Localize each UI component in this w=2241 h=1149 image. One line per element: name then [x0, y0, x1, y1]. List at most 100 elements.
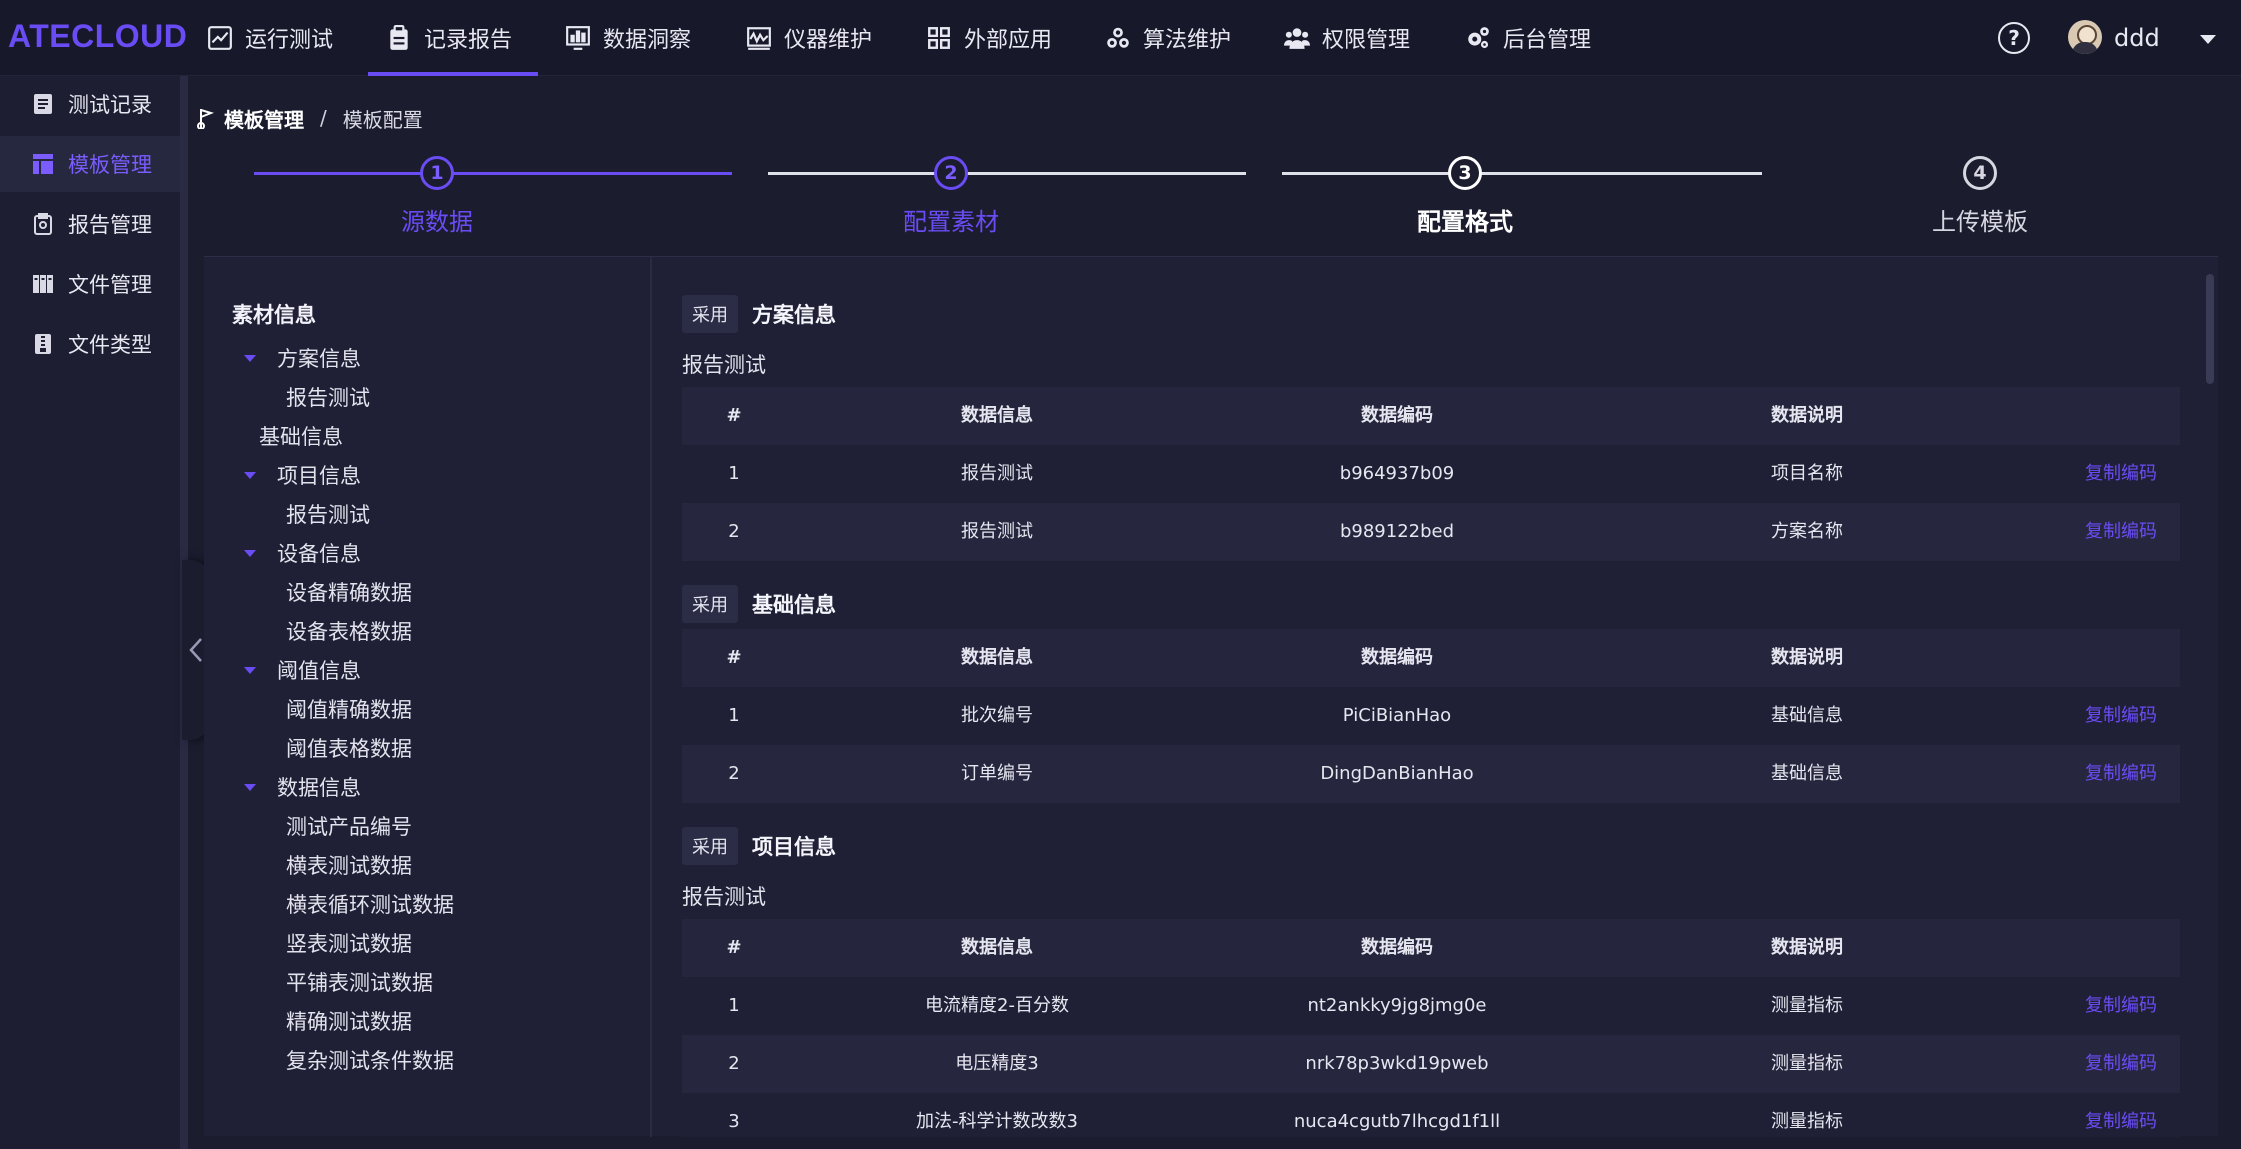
- tree-node[interactable]: 横表测试数据: [286, 850, 412, 880]
- copy-code-link[interactable]: 复制编码: [2062, 445, 2180, 503]
- help-icon[interactable]: ?: [1998, 22, 2030, 54]
- sidebar-item-file-mgmt[interactable]: 文件管理: [0, 256, 180, 312]
- cell-desc: 测量指标: [1771, 995, 1843, 1016]
- copy-code-link[interactable]: 复制编码: [2062, 1093, 2180, 1137]
- column-header: 数据信息: [961, 405, 1033, 426]
- step-3-circle[interactable]: 3: [1448, 156, 1482, 190]
- caret-down-icon[interactable]: [2200, 35, 2216, 44]
- template-icon: [33, 154, 53, 174]
- nav-label: 记录报告: [424, 28, 513, 53]
- cell-code: b989122bed: [1339, 521, 1455, 542]
- oscilloscope-icon: [747, 27, 771, 50]
- copy-code-link[interactable]: 复制编码: [2062, 503, 2180, 561]
- nav-algorithm[interactable]: 算法维护: [1105, 0, 1231, 76]
- tree-node[interactable]: 竖表测试数据: [286, 928, 412, 958]
- copy-code-link[interactable]: 复制编码: [2062, 977, 2180, 1035]
- tree-node[interactable]: 数据信息: [277, 772, 361, 802]
- step-2-circle[interactable]: 2: [934, 156, 968, 190]
- cell-code: DingDanBianHao: [1320, 763, 1474, 784]
- tree-node[interactable]: 复杂测试条件数据: [286, 1045, 454, 1075]
- caret-down-icon[interactable]: [244, 355, 256, 362]
- adopt-button[interactable]: 采用: [682, 827, 738, 865]
- nav-permissions[interactable]: 权限管理: [1284, 0, 1410, 76]
- step-3-label: 配置格式: [1417, 208, 1513, 236]
- tree-node[interactable]: 设备精确数据: [286, 577, 412, 607]
- tree-node[interactable]: 测试产品编号: [286, 811, 412, 841]
- nav-run-test[interactable]: 运行测试: [207, 0, 333, 76]
- caret-down-icon[interactable]: [244, 784, 256, 791]
- nav-label: 数据洞察: [603, 28, 692, 53]
- tree-node[interactable]: 阈值信息: [277, 655, 361, 685]
- section-header: 采用 方案信息: [682, 295, 836, 333]
- column-header: 数据编码: [1361, 647, 1433, 668]
- tree-node[interactable]: 项目信息: [277, 460, 361, 490]
- copy-code-link[interactable]: 复制编码: [2062, 745, 2180, 803]
- step-1-circle[interactable]: 1: [420, 156, 454, 190]
- step-connector: [254, 172, 732, 175]
- cell-desc: 基础信息: [1771, 763, 1843, 784]
- cell-desc: 基础信息: [1771, 705, 1843, 726]
- step-4-circle[interactable]: 4: [1963, 156, 1997, 190]
- tree-node[interactable]: 精确测试数据: [286, 1006, 412, 1036]
- cell-info: 报告测试: [961, 521, 1033, 542]
- sidebar-item-label: 文件类型: [68, 333, 152, 357]
- avatar[interactable]: [2068, 20, 2102, 54]
- chart-line-icon: [208, 26, 232, 50]
- tree-node[interactable]: 阈值精确数据: [286, 694, 412, 724]
- step-4-label: 上传模板: [1932, 208, 2028, 236]
- section-title: 方案信息: [752, 303, 836, 327]
- caret-down-icon[interactable]: [244, 550, 256, 557]
- logo[interactable]: ATECLOUD: [8, 18, 187, 55]
- cell-index: 1: [728, 705, 740, 726]
- copy-code-link[interactable]: 复制编码: [2062, 687, 2180, 745]
- cell-index: 2: [728, 521, 740, 542]
- breadcrumb-current: 模板配置: [342, 107, 423, 132]
- nav-record-report[interactable]: 记录报告: [367, 0, 539, 76]
- table-row: 1 报告测试 b964937b09 项目名称 复制编码: [682, 445, 2180, 503]
- user-name[interactable]: ddd: [2114, 24, 2160, 52]
- sidebar-item-template-mgmt[interactable]: 模板管理: [0, 136, 180, 192]
- sidebar-item-test-records[interactable]: 测试记录: [0, 76, 180, 132]
- report-icon: [34, 213, 52, 235]
- section-subtitle: 报告测试: [682, 885, 766, 909]
- nav-external-apps[interactable]: 外部应用: [926, 0, 1052, 76]
- flag-icon: [197, 109, 215, 129]
- nav-instrument[interactable]: 仪器维护: [746, 0, 872, 76]
- nav-admin[interactable]: 后台管理: [1465, 0, 1591, 76]
- cell-desc: 测量指标: [1771, 1053, 1843, 1074]
- breadcrumb-separator: /: [320, 106, 327, 130]
- adopt-button[interactable]: 采用: [682, 585, 738, 623]
- step-1-label: 源数据: [401, 208, 473, 236]
- breadcrumb-root[interactable]: 模板管理: [224, 104, 304, 133]
- caret-down-icon[interactable]: [244, 667, 256, 674]
- vertical-scrollbar[interactable]: [2206, 274, 2214, 384]
- tree-node[interactable]: 方案信息: [277, 343, 361, 373]
- table-row: 1 电流精度2-百分数 nt2ankky9jg8jmg0e 测量指标 复制编码: [682, 977, 2180, 1035]
- cell-info: 报告测试: [961, 463, 1033, 484]
- tree-node[interactable]: 报告测试: [286, 382, 370, 412]
- sidebar-item-report-mgmt[interactable]: 报告管理: [0, 196, 180, 252]
- tree-node[interactable]: 设备表格数据: [286, 616, 412, 646]
- data-table: # 数据信息 数据编码 数据说明 1 电流精度2-百分数 nt2ankky9jg…: [682, 919, 2180, 1137]
- copy-code-link[interactable]: 复制编码: [2062, 1035, 2180, 1093]
- adopt-button[interactable]: 采用: [682, 295, 738, 333]
- clipboard-icon: [390, 25, 408, 50]
- tree-node[interactable]: 横表循环测试数据: [286, 889, 454, 919]
- tree-node[interactable]: 平铺表测试数据: [286, 967, 433, 997]
- sidebar-item-label: 报告管理: [68, 213, 152, 237]
- sidebar-item-label: 测试记录: [68, 93, 152, 117]
- tree-node[interactable]: 报告测试: [286, 499, 370, 529]
- sidebar-item-file-types[interactable]: 文件类型: [0, 316, 180, 372]
- tree-node[interactable]: 设备信息: [277, 538, 361, 568]
- caret-down-icon[interactable]: [244, 472, 256, 479]
- step-2-label: 配置素材: [903, 208, 999, 236]
- column-header: 数据说明: [1771, 647, 1843, 668]
- nav-data-insight[interactable]: 数据洞察: [565, 0, 691, 76]
- cell-desc: 方案名称: [1771, 521, 1843, 542]
- tree-node[interactable]: 基础信息: [259, 421, 343, 451]
- section-subtitle: 报告测试: [682, 353, 766, 377]
- tree-node[interactable]: 阈值表格数据: [286, 733, 412, 763]
- cubes-icon: [1107, 27, 1129, 48]
- cell-index: 2: [728, 763, 740, 784]
- sidebar: 测试记录 模板管理 报告管理 文件管理 文件类型: [0, 76, 180, 1149]
